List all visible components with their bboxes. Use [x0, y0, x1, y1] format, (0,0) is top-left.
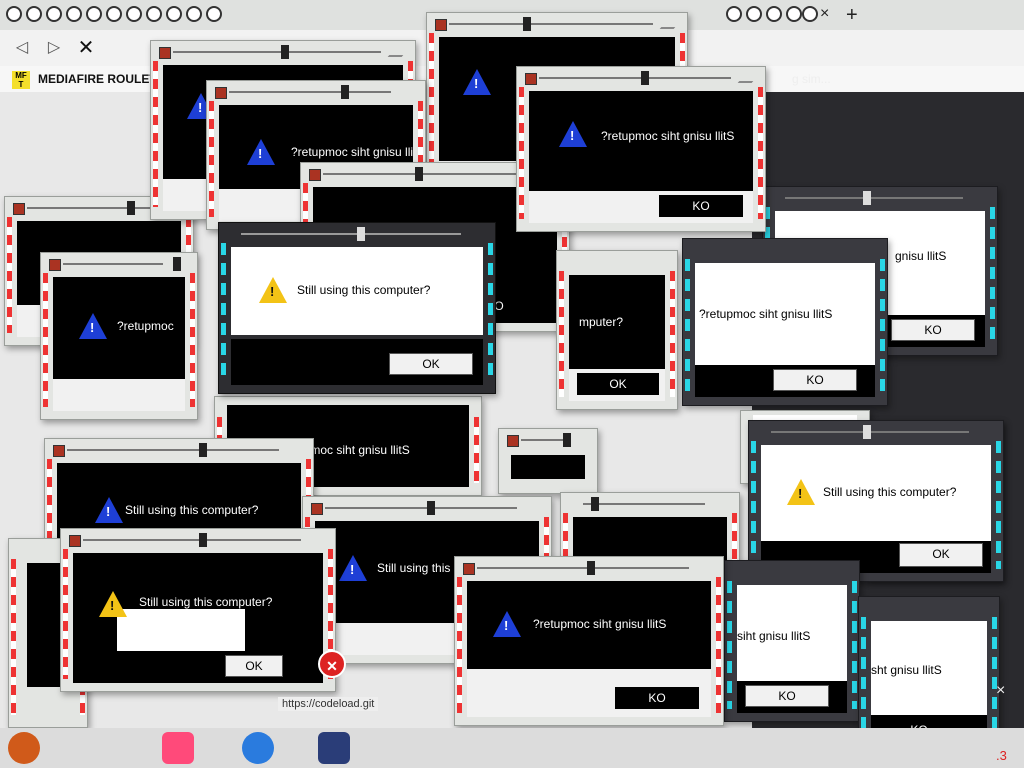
tab-icon[interactable]: [146, 6, 162, 22]
dialog-button[interactable]: OK: [577, 373, 659, 395]
dialog-message: gnisu llitS: [895, 249, 947, 263]
tab-icon[interactable]: [726, 6, 742, 22]
dialog-message: Still using this computer?: [823, 485, 957, 499]
github-icon[interactable]: [6, 6, 22, 22]
dialog-message: ?retupmoc siht gnisu llitS: [699, 307, 833, 321]
close-icon[interactable]: ×: [996, 682, 1005, 700]
dialog-message: Still using this: [377, 561, 451, 575]
dialog-window: ! ?retupmoc siht gnisu llitS KO: [516, 66, 766, 232]
dialog-message: Still using this computer?: [139, 595, 273, 609]
ok-button[interactable]: OK: [389, 353, 473, 375]
dialog-window: ! ?retupmoc: [40, 252, 198, 420]
app-icon[interactable]: [8, 732, 40, 764]
dialog-button[interactable]: KO: [615, 687, 699, 709]
dialog-window: ! Still using this computer? OK: [60, 528, 336, 692]
dialog-message: siht gnisu llitS: [737, 629, 811, 643]
dialog-window: ?retupmoc siht gnisu llitS KO: [682, 238, 888, 406]
tab-icon[interactable]: [802, 6, 818, 22]
tab-icon[interactable]: [186, 6, 202, 22]
tab-icon[interactable]: [26, 6, 42, 22]
taskbar: [0, 728, 1024, 768]
dialog-window-primary: ! Still using this computer? OK: [218, 222, 496, 394]
tab-icon[interactable]: [66, 6, 82, 22]
stop-icon[interactable]: ✕: [76, 38, 96, 58]
dialog-window: mputer? OK: [556, 250, 678, 410]
tab-icon[interactable]: [786, 6, 802, 22]
page-title-snippet: g sim...: [792, 72, 831, 86]
dialog-button[interactable]: OK: [225, 655, 283, 677]
dialog-window: [498, 428, 598, 494]
dialog-message: Still using this computer?: [125, 503, 259, 517]
dialog-button[interactable]: KO: [659, 195, 743, 217]
dialog-message: ?retupmoc siht gnisu llitS: [291, 145, 413, 159]
dialog-window: ! ?retupmoc siht gnisu llitS KO: [454, 556, 724, 726]
tab-icon[interactable]: [206, 6, 222, 22]
dialog-window: ! Still using this computer? OK: [748, 420, 1004, 582]
app-icon[interactable]: [318, 732, 350, 764]
dialog-button[interactable]: OK: [899, 543, 983, 567]
error-icon: ✕: [318, 650, 346, 678]
dialog-message: sht gnisu llitS: [871, 663, 942, 677]
tab-icon[interactable]: [86, 6, 102, 22]
tab-icon[interactable]: [766, 6, 782, 22]
dialog-message: Still using this computer?: [297, 283, 431, 297]
dialog-message: ?retupmoc siht gnisu llitS: [533, 617, 667, 631]
warning-icon: !: [259, 277, 287, 303]
dialog-window: siht gnisu llitS KO: [724, 560, 860, 722]
tab-icon[interactable]: [166, 6, 182, 22]
close-tab-icon[interactable]: ×: [820, 5, 829, 23]
dialog-message: ?retupmoc: [117, 319, 174, 333]
dialog-button[interactable]: KO: [773, 369, 857, 391]
page-counter: .3: [996, 748, 1007, 763]
mediafire-bookmark-icon: MF T: [12, 71, 30, 89]
tab-icon[interactable]: [746, 6, 762, 22]
back-icon[interactable]: ◁: [12, 38, 32, 58]
tab-icon[interactable]: [106, 6, 122, 22]
dialog-button[interactable]: KO: [891, 319, 975, 341]
forward-icon[interactable]: ▷: [44, 38, 64, 58]
tab-icon[interactable]: [46, 6, 62, 22]
new-tab-button[interactable]: +: [846, 4, 858, 27]
tab-icon[interactable]: [126, 6, 142, 22]
status-url: https://codeload.git: [278, 697, 379, 711]
dialog-message: ?retupmoc siht gnisu llitS: [601, 129, 735, 143]
app-icon[interactable]: [162, 732, 194, 764]
bookmark-mediafire-roulette[interactable]: MEDIAFIRE ROULET: [38, 72, 157, 86]
dialog-message: mputer?: [579, 315, 624, 329]
firefox-icon[interactable]: [242, 732, 274, 764]
dialog-button[interactable]: KO: [745, 685, 829, 707]
